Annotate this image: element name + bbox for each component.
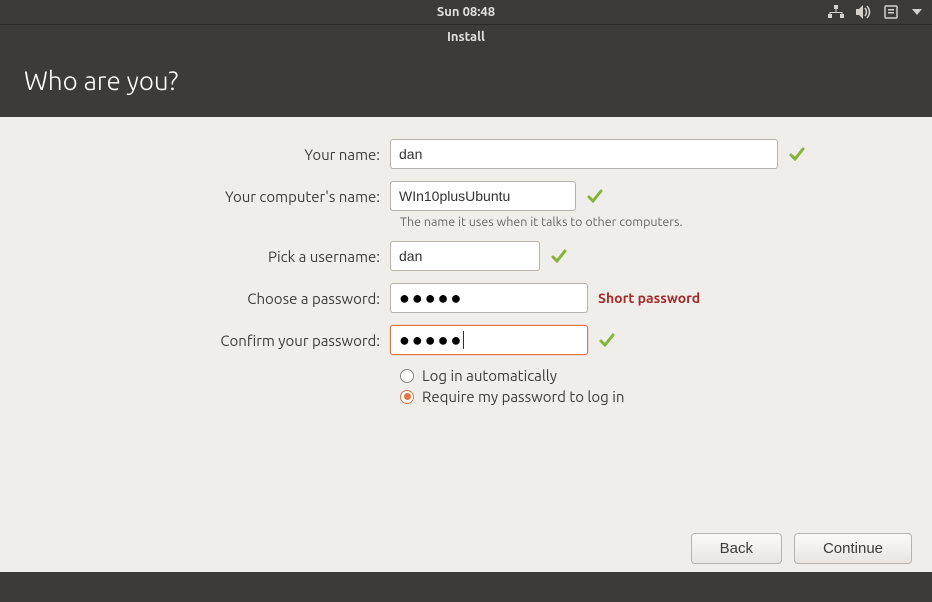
- radio-icon: [400, 369, 414, 383]
- check-icon: [598, 331, 616, 349]
- confirm-password-input[interactable]: ●●●●●: [390, 325, 588, 355]
- login-auto-option[interactable]: Log in automatically: [400, 367, 902, 384]
- name-label: Your name:: [30, 146, 390, 163]
- volume-icon[interactable]: [856, 5, 872, 19]
- login-auto-label: Log in automatically: [422, 367, 557, 384]
- name-input[interactable]: [390, 139, 778, 169]
- input-icon[interactable]: [884, 5, 900, 19]
- continue-button[interactable]: Continue: [794, 533, 912, 564]
- network-icon[interactable]: [828, 5, 844, 19]
- system-topbar: Sun 08:48: [0, 0, 932, 24]
- page-header: Who are you?: [0, 48, 932, 117]
- login-require-option[interactable]: Require my password to log in: [400, 388, 902, 405]
- confirm-password-label: Confirm your password:: [30, 332, 390, 349]
- radio-icon: [400, 390, 414, 404]
- computer-label: Your computer's name:: [30, 188, 390, 205]
- back-button[interactable]: Back: [691, 533, 782, 564]
- computer-name-input[interactable]: [390, 181, 576, 211]
- clock: Sun 08:48: [437, 5, 495, 19]
- window-titlebar: Install: [0, 24, 932, 48]
- page-title: Who are you?: [24, 66, 908, 95]
- window-title-text: Install: [447, 30, 485, 44]
- check-icon: [788, 145, 806, 163]
- username-input[interactable]: [390, 241, 540, 271]
- check-icon: [586, 187, 604, 205]
- form-area: Your name: Your computer's name: The nam…: [0, 117, 932, 431]
- password-warning: Short password: [598, 290, 700, 306]
- check-icon: [550, 247, 568, 265]
- bottom-bar: [0, 572, 932, 602]
- username-label: Pick a username:: [30, 248, 390, 265]
- password-label: Choose a password:: [30, 290, 390, 307]
- login-require-label: Require my password to log in: [422, 388, 624, 405]
- password-input[interactable]: ●●●●●: [390, 283, 588, 313]
- dropdown-arrow-icon[interactable]: [912, 7, 922, 17]
- computer-name-hint: The name it uses when it talks to other …: [400, 215, 902, 229]
